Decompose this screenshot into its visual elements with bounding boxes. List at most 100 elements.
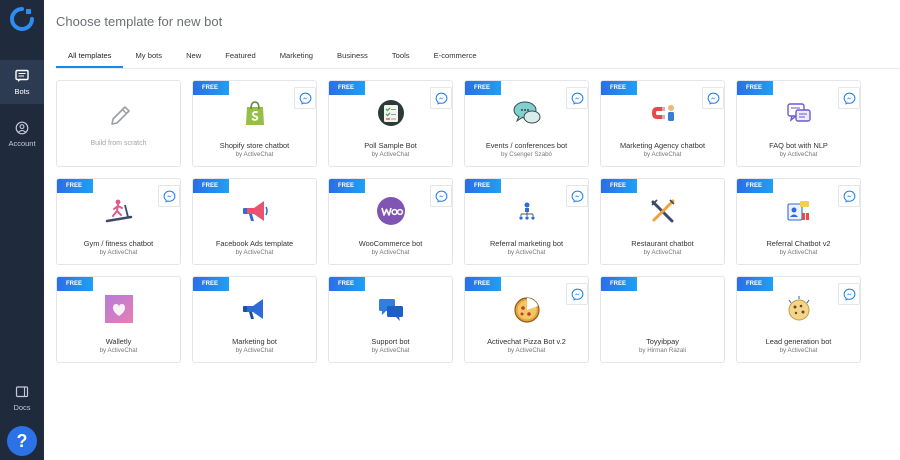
- tab-featured[interactable]: Featured: [213, 48, 267, 68]
- template-author: by ActiveChat: [507, 249, 546, 256]
- megaphone-blue-icon: [239, 293, 271, 325]
- messenger-icon: [838, 185, 860, 207]
- template-title: Poll Sample Bot: [364, 141, 417, 150]
- woocommerce-icon: [375, 195, 407, 227]
- sidebar-item-docs[interactable]: Docs: [0, 376, 44, 420]
- free-badge: FREE: [465, 81, 501, 95]
- free-badge: FREE: [465, 179, 501, 193]
- template-title: Gym / fitness chatbot: [83, 239, 154, 248]
- template-title: Activechat Pizza Bot v.2: [487, 337, 566, 346]
- free-badge: FREE: [737, 277, 773, 291]
- template-card[interactable]: FREE Activechat Pizza Bot v.2 by ActiveC…: [464, 276, 589, 363]
- template-author: by ActiveChat: [99, 347, 138, 354]
- referral-network-icon: [511, 195, 543, 227]
- tab-new[interactable]: New: [174, 48, 213, 68]
- poll-checklist-icon: [375, 97, 407, 129]
- free-badge: FREE: [737, 81, 773, 95]
- template-author: by ActiveChat: [779, 347, 818, 354]
- megaphone-icon: [239, 195, 271, 227]
- template-card[interactable]: FREE Gym / fitness chatbot by ActiveChat: [56, 178, 181, 265]
- main-content: Choose template for new bot All template…: [44, 0, 900, 460]
- template-title: Support bot: [371, 337, 410, 346]
- free-badge: FREE: [465, 277, 501, 291]
- template-card[interactable]: FREE Events / conferences bot by Csenger…: [464, 80, 589, 167]
- template-title: Facebook Ads template: [215, 239, 294, 248]
- template-title: FAQ bot with NLP: [769, 141, 828, 150]
- sidebar-item-label: Account: [8, 138, 36, 148]
- template-author: by ActiveChat: [643, 249, 682, 256]
- build-from-scratch-label: Build from scratch: [90, 140, 147, 147]
- messenger-icon: [430, 87, 452, 109]
- free-badge: FREE: [193, 81, 229, 95]
- messenger-icon: [566, 283, 588, 305]
- page-title: Choose template for new bot: [56, 14, 223, 29]
- template-card[interactable]: FREE Marketing bot by ActiveChat: [192, 276, 317, 363]
- template-card[interactable]: FREE Restaurant chatbot by ActiveChat: [600, 178, 725, 265]
- tab-tools[interactable]: Tools: [380, 48, 422, 68]
- magnet-person-icon: [647, 97, 679, 129]
- template-author: by ActiveChat: [235, 249, 274, 256]
- template-card[interactable]: FREE Referral marketing bot by ActiveCha…: [464, 178, 589, 265]
- chat-icon: [15, 69, 29, 82]
- template-title: Toyyibpay: [646, 337, 679, 346]
- template-card[interactable]: FREE Poll Sample Bot by ActiveChat: [328, 80, 453, 167]
- messenger-icon: [838, 283, 860, 305]
- template-author: by ActiveChat: [371, 151, 410, 158]
- template-author: by Hirman Razali: [638, 347, 687, 354]
- template-card[interactable]: FREE FAQ bot with NLP by ActiveChat: [736, 80, 861, 167]
- tab-e-commerce[interactable]: E-commerce: [422, 48, 489, 68]
- faq-bubble-icon: [783, 97, 815, 129]
- sidebar-item-label: Docs: [13, 402, 31, 412]
- template-title: Events / conferences bot: [485, 141, 568, 150]
- template-card[interactable]: FREE Marketing Agency chatbot by ActiveC…: [600, 80, 725, 167]
- template-author: by ActiveChat: [371, 347, 410, 354]
- tab-marketing[interactable]: Marketing: [268, 48, 325, 68]
- template-card[interactable]: FREE Shopify store chatbot by ActiveChat: [192, 80, 317, 167]
- gift-referral-icon: [783, 195, 815, 227]
- free-badge: FREE: [193, 277, 229, 291]
- free-badge: FREE: [737, 179, 773, 193]
- template-title: Referral Chatbot v2: [766, 239, 831, 248]
- messenger-icon: [566, 185, 588, 207]
- free-badge: FREE: [601, 277, 637, 291]
- treadmill-icon: [103, 195, 135, 227]
- free-badge: FREE: [57, 277, 93, 291]
- build-from-scratch-card[interactable]: Build from scratch: [56, 80, 181, 167]
- template-author: by Csenger Szabó: [501, 151, 552, 158]
- shopify-bag-icon: [239, 97, 271, 129]
- sidebar-item-account[interactable]: Account: [0, 112, 44, 156]
- template-card[interactable]: FREE Walletly by ActiveChat: [56, 276, 181, 363]
- template-card[interactable]: FREE Support bot by ActiveChat: [328, 276, 453, 363]
- template-card[interactable]: FREE Facebook Ads template by ActiveChat: [192, 178, 317, 265]
- messenger-icon: [702, 87, 724, 109]
- template-author: by ActiveChat: [779, 249, 818, 256]
- template-card[interactable]: FREE WooCommerce bot by ActiveChat: [328, 178, 453, 265]
- messenger-icon: [158, 185, 180, 207]
- template-card[interactable]: FREE Referral Chatbot v2 by ActiveChat: [736, 178, 861, 265]
- messenger-icon: [566, 87, 588, 109]
- activechat-logo-icon[interactable]: [9, 6, 35, 32]
- template-author: by ActiveChat: [643, 151, 682, 158]
- help-button[interactable]: ?: [7, 426, 37, 456]
- tabs-divider: [56, 68, 900, 69]
- walletly-heart-icon: [103, 293, 135, 325]
- tab-my-bots[interactable]: My bots: [123, 48, 174, 68]
- template-title: WooCommerce bot: [358, 239, 423, 248]
- template-tabs: All templates My bots New Featured Marke…: [56, 48, 489, 68]
- template-author: by ActiveChat: [99, 249, 138, 256]
- user-circle-icon: [15, 121, 29, 134]
- pizza-icon: [511, 293, 543, 325]
- template-card[interactable]: FREE Toyyibpay by Hirman Razali: [600, 276, 725, 363]
- messenger-icon: [838, 87, 860, 109]
- cookie-icon: [783, 293, 815, 325]
- template-author: by ActiveChat: [779, 151, 818, 158]
- tab-all-templates[interactable]: All templates: [56, 48, 124, 68]
- chat-bubbles-blue-icon: [375, 293, 407, 325]
- template-title: Referral marketing bot: [489, 239, 564, 248]
- template-card[interactable]: FREE Lead generation bot by ActiveChat: [736, 276, 861, 363]
- sidebar-item-bots[interactable]: Bots: [0, 60, 44, 104]
- speech-bubbles-icon: [511, 97, 543, 129]
- free-badge: FREE: [329, 179, 365, 193]
- template-author: by ActiveChat: [235, 151, 274, 158]
- tab-business[interactable]: Business: [325, 48, 380, 68]
